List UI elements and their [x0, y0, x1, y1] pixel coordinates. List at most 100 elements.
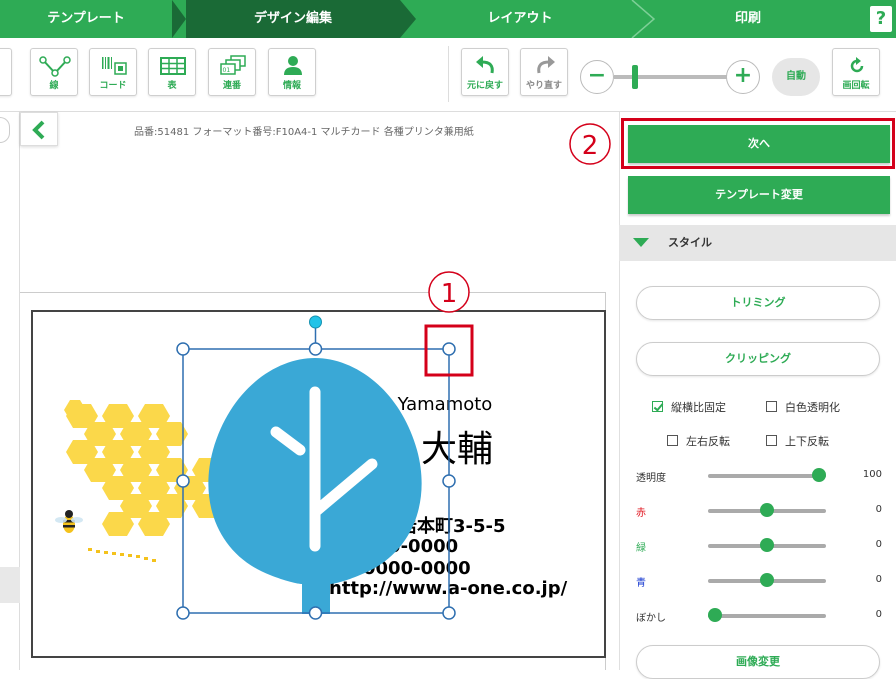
- person-icon: [269, 53, 315, 79]
- resize-handle: [442, 606, 456, 620]
- checkbox: [766, 435, 777, 446]
- barcode-icon: [90, 53, 136, 79]
- zoom-slider-handle[interactable]: [632, 65, 638, 89]
- collapse-panel-button[interactable]: [20, 112, 58, 146]
- resize-handle: [442, 474, 456, 488]
- undo-button[interactable]: 元に戻す: [461, 48, 509, 96]
- undo-icon: [462, 53, 508, 79]
- slider-label: 青: [636, 578, 646, 589]
- aspect-lock-label: 縦横比固定: [671, 401, 726, 414]
- table-tool-label: 表: [167, 81, 177, 91]
- rotate-icon: [833, 53, 879, 79]
- slider-knob[interactable]: [760, 573, 774, 587]
- change-image-button[interactable]: 画像変更: [636, 645, 880, 679]
- chevron-left-icon: [32, 120, 45, 140]
- product-info: 品番:51481 フォーマット番号:F10A4-1 マルチカード 各種プリンタ兼…: [134, 127, 474, 138]
- slider-track[interactable]: [708, 614, 826, 618]
- zoom-out-button[interactable]: −: [580, 60, 614, 94]
- line-tool-button[interactable]: 線: [30, 48, 78, 96]
- annotation-number-1: 1: [441, 279, 458, 309]
- slider-value: 0: [875, 574, 882, 585]
- code-tool-label: コード: [99, 81, 127, 91]
- card-name-kanji[interactable]: 大輔: [421, 420, 493, 472]
- auto-zoom-button[interactable]: 自動: [772, 58, 820, 96]
- style-section-label: スタイル: [668, 236, 712, 249]
- change-template-button[interactable]: テンプレート変更: [628, 176, 890, 214]
- step-print-label: 印刷: [734, 11, 761, 26]
- toolbar-divider: [448, 46, 449, 102]
- style-section-header[interactable]: スタイル: [619, 225, 896, 261]
- flip-vertical-label: 上下反転: [785, 435, 829, 448]
- step-design-label: デザイン編集: [253, 11, 332, 26]
- checkbox-checked: [652, 401, 663, 412]
- rotate-handle[interactable]: [309, 315, 322, 329]
- slider-value: 0: [875, 504, 882, 515]
- checkbox: [667, 435, 678, 446]
- serial-tool-button[interactable]: 01 連番: [208, 48, 256, 96]
- slider-knob[interactable]: [708, 608, 722, 622]
- undo-label: 元に戻す: [466, 81, 503, 91]
- annotation-box-2: [621, 118, 895, 169]
- bee-icon: [55, 510, 83, 533]
- slider-track[interactable]: [708, 474, 826, 478]
- white-transparent-checkbox[interactable]: 白色透明化: [766, 399, 840, 415]
- slider-label: 緑: [636, 543, 646, 554]
- annotation-number-2: 2: [582, 131, 599, 161]
- resize-handle: [308, 342, 323, 356]
- trimming-button[interactable]: トリミング: [636, 286, 880, 320]
- resize-handle: [176, 606, 190, 620]
- redo-icon: [521, 53, 567, 79]
- step-separator: [631, 0, 656, 38]
- slider-knob[interactable]: [812, 468, 826, 482]
- info-tool-label: 情報: [282, 81, 301, 91]
- table-tool-button[interactable]: 表: [148, 48, 196, 96]
- step-template-label: テンプレート: [47, 11, 125, 26]
- step-layout[interactable]: レイアウト: [420, 0, 620, 38]
- resize-handle: [176, 474, 190, 488]
- slider-knob[interactable]: [760, 538, 774, 552]
- slider-label: ぼかし: [636, 613, 666, 624]
- step-template[interactable]: テンプレート: [0, 0, 172, 38]
- white-transparent-label: 白色透明化: [785, 401, 840, 414]
- checkbox: [766, 401, 777, 412]
- resize-handle: [308, 606, 323, 620]
- slider-knob[interactable]: [760, 503, 774, 517]
- left-panel-row: [0, 567, 20, 603]
- table-icon: [149, 53, 195, 79]
- clipping-button[interactable]: クリッピング: [636, 342, 880, 376]
- info-tool-button[interactable]: 情報: [268, 48, 316, 96]
- step-bar: テンプレート デザイン編集 レイアウト 印刷 ?: [0, 0, 896, 38]
- svg-text:01: 01: [223, 67, 231, 74]
- flip-vertical-checkbox[interactable]: 上下反転: [766, 433, 829, 449]
- left-panel-edge: [0, 112, 20, 670]
- step-separator: [400, 0, 416, 38]
- toolbar: 線 コード 表 01 連番 情報 元に戻す やり直す − + 自動 画回転: [0, 38, 896, 112]
- previous-tool-button[interactable]: [0, 48, 12, 96]
- step-layout-label: レイアウト: [487, 11, 553, 26]
- flip-horizontal-checkbox[interactable]: 左右反転: [667, 433, 730, 449]
- rotate-label: 画回転: [842, 81, 870, 91]
- slider-label: 透明度: [636, 473, 666, 484]
- redo-label: やり直す: [525, 81, 562, 91]
- caret-down-icon: [633, 238, 649, 247]
- zoom-in-button[interactable]: +: [726, 60, 760, 94]
- serial-number-icon: 01: [209, 53, 255, 79]
- slider-value: 0: [875, 539, 882, 550]
- line-icon: [31, 53, 77, 79]
- line-tool-label: 線: [49, 81, 59, 91]
- slider-value: 0: [875, 609, 882, 620]
- step-print[interactable]: 印刷: [658, 0, 838, 38]
- code-tool-button[interactable]: コード: [89, 48, 137, 96]
- rotate-image-button[interactable]: 画回転: [832, 48, 880, 96]
- serial-tool-label: 連番: [222, 81, 241, 91]
- card-url[interactable]: http://www.a-one.co.jp/: [329, 578, 567, 599]
- help-button[interactable]: ?: [870, 6, 892, 32]
- flip-horizontal-label: 左右反転: [686, 435, 730, 448]
- aspect-lock-checkbox[interactable]: 縦横比固定: [652, 399, 726, 415]
- step-design[interactable]: デザイン編集: [186, 0, 400, 38]
- redo-button[interactable]: やり直す: [520, 48, 568, 96]
- resize-handle: [176, 342, 190, 356]
- step-separator: [172, 0, 186, 38]
- slider-label: 赤: [636, 508, 646, 519]
- slider-value: 100: [862, 469, 882, 480]
